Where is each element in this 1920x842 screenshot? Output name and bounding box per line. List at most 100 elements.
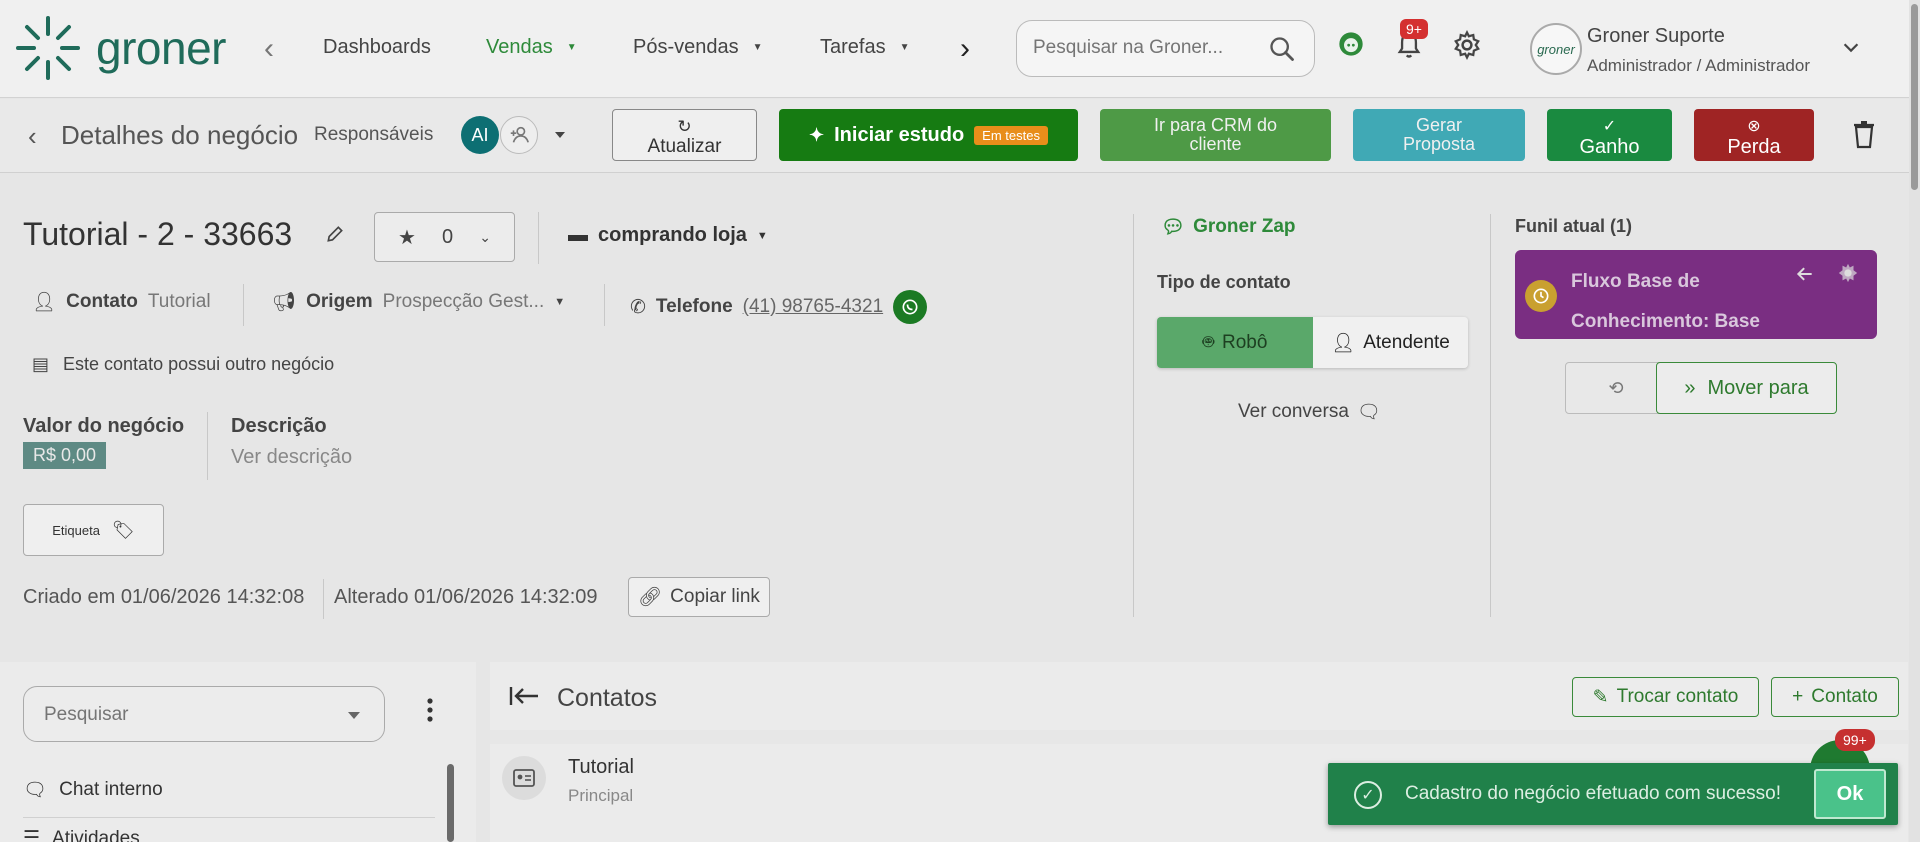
history-button[interactable]: ⟲ — [1565, 362, 1667, 414]
origin-value: Prospecção Gest... — [382, 291, 545, 312]
nav-scroll-left-icon[interactable]: ‹ — [264, 32, 274, 66]
responsible-avatar[interactable]: AI — [461, 116, 499, 154]
move-to-button[interactable]: » Mover para — [1656, 362, 1837, 414]
caret-down-icon: ▼ — [899, 42, 910, 53]
pencil-icon: ✎ — [1592, 686, 1609, 708]
funnel-card[interactable]: Fluxo Base de Conhecimento: Base — [1515, 250, 1877, 339]
back-chevron-icon[interactable]: ‹ — [28, 121, 37, 152]
panel-search-input[interactable] — [44, 704, 324, 726]
phone-link[interactable]: (41) 98765-4321 — [743, 296, 884, 318]
origin-field[interactable]: 📢︎ Origem Prospecção Gest... ▼ — [272, 290, 565, 314]
swap-contact-button[interactable]: ✎ Trocar contato — [1572, 677, 1759, 717]
check-circle-icon: ✓ — [1354, 781, 1382, 809]
nav-item-label: Tarefas — [820, 36, 886, 58]
chevron-down-icon: ⌄ — [479, 228, 491, 245]
nav-item-dashboards[interactable]: Dashboards — [323, 36, 431, 59]
refresh-label: Atualizar — [647, 136, 722, 157]
arrow-left-icon[interactable] — [1795, 264, 1815, 284]
contact-card-icon — [502, 756, 546, 800]
move-to-label: Mover para — [1707, 376, 1809, 399]
nav-item-vendas[interactable]: Vendas ▼ — [486, 36, 577, 59]
clock-icon — [1525, 280, 1557, 312]
view-conversation-link[interactable]: Ver conversa 🗨︎ — [1238, 400, 1381, 424]
store-icon: ▬ — [568, 224, 588, 246]
contacts-header: Contatos ✎ Trocar contato + Contato — [490, 662, 1908, 730]
won-button[interactable]: ✓ Ganho — [1547, 109, 1672, 161]
global-search — [1016, 20, 1315, 77]
funnel-name-line2: Conhecimento: Base — [1571, 311, 1760, 332]
nav-item-pos-vendas[interactable]: Pós-vendas ▼ — [633, 36, 763, 59]
panel-item-label: Chat interno — [59, 779, 163, 800]
chat-bubble-icon: 🗨︎ — [1356, 402, 1382, 423]
toast-ok-button[interactable]: Ok — [1814, 769, 1886, 819]
global-search-input[interactable] — [1033, 37, 1263, 59]
open-crm-button[interactable]: Ir para CRM do cliente — [1100, 109, 1331, 161]
tag-icon: 🏷︎ — [111, 519, 135, 540]
copy-link-button[interactable]: 🔗︎ Copiar link — [628, 577, 770, 617]
add-contact-label: Contato — [1811, 686, 1878, 707]
attendant-option[interactable]: 👤︎ Atendente — [1313, 317, 1468, 368]
origin-label: Origem — [306, 291, 373, 312]
open-crm-label: Ir para CRM do cliente — [1153, 115, 1278, 154]
add-contact-button[interactable]: + Contato — [1771, 677, 1899, 717]
page-scrollbar-thumb[interactable] — [1911, 4, 1918, 190]
sparkle-icon: ✦ — [809, 124, 825, 145]
divider — [1490, 214, 1491, 617]
more-vertical-icon[interactable] — [427, 698, 433, 722]
phone-field: ✆ Telefone (41) 98765-4321 — [630, 290, 928, 324]
start-study-button[interactable]: ✦ Iniciar estudo Em testes — [779, 109, 1078, 161]
caret-down-icon[interactable] — [346, 711, 362, 721]
add-responsible-button[interactable] — [500, 116, 538, 154]
chevron-down-icon[interactable] — [1840, 36, 1862, 58]
whatsapp-icon[interactable] — [893, 290, 928, 324]
phone-icon: ✆ — [630, 296, 646, 318]
won-label: Ganho — [1579, 136, 1640, 158]
double-chevron-right-icon: » — [1684, 376, 1696, 399]
panel-scrollbar[interactable] — [447, 764, 454, 842]
star-icon: ★ — [398, 226, 416, 249]
view-description-link[interactable]: Ver descrição — [231, 446, 352, 469]
support-agent-icon[interactable] — [1337, 30, 1365, 58]
toast-message: Cadastro do negócio efetuado com sucesso… — [1405, 783, 1782, 804]
deal-value[interactable]: R$ 0,00 — [23, 442, 107, 469]
panel-item-atividades[interactable]: ☰ Atividades — [23, 827, 140, 842]
gear-icon[interactable] — [1837, 262, 1859, 284]
user-avatar[interactable]: groner — [1530, 23, 1582, 75]
contact-value[interactable]: Tutorial — [148, 291, 211, 313]
tag-button[interactable]: Etiqueta 🏷︎ — [23, 504, 164, 556]
groner-logo[interactable]: groner — [14, 14, 226, 82]
floating-chat-badge: 99+ — [1835, 729, 1875, 751]
collapse-left-icon[interactable] — [508, 684, 540, 708]
contact-role: Principal — [568, 786, 634, 805]
left-side-panel: 🗨︎ Chat interno ☰ Atividades — [0, 662, 476, 842]
nav-item-tarefas[interactable]: Tarefas ▼ — [820, 36, 910, 59]
search-icon[interactable] — [1268, 35, 1296, 63]
other-deal-notice[interactable]: ▤ Este contato possui outro negócio — [32, 354, 334, 375]
caret-down-icon: ▼ — [752, 42, 763, 53]
generate-proposal-button[interactable]: Gerar Proposta — [1353, 109, 1525, 161]
history-icon: ⟲ — [1608, 377, 1624, 398]
view-conversation-label: Ver conversa — [1238, 401, 1349, 422]
nav-scroll-right-icon[interactable]: › — [960, 32, 970, 66]
trash-icon[interactable] — [1852, 119, 1876, 149]
caret-down-icon[interactable] — [553, 130, 567, 140]
robot-option[interactable]: 🤖︎ Robô — [1157, 317, 1313, 368]
star-count: 0 — [442, 225, 454, 248]
contact-field: 👤︎ Contato Tutorial — [32, 290, 211, 314]
rating-dropdown[interactable]: ★ 0 ⌄ — [374, 212, 515, 262]
store-dropdown[interactable]: ▬ comprando loja ▼ — [568, 224, 768, 247]
phone-label: Telefone — [655, 296, 733, 317]
description-field: Descrição Ver descrição — [231, 415, 352, 469]
gear-icon[interactable] — [1452, 30, 1482, 60]
card-list-icon: ▤ — [32, 354, 50, 374]
divider — [243, 284, 244, 326]
swap-contact-label: Trocar contato — [1616, 686, 1739, 707]
store-label: comprando loja — [598, 224, 747, 246]
divider — [207, 412, 208, 480]
lost-button[interactable]: ⊗ Perda — [1694, 109, 1814, 161]
refresh-button[interactable]: ↻ Atualizar — [612, 109, 757, 161]
nav-item-label: Pós-vendas — [633, 36, 739, 58]
pencil-icon[interactable] — [325, 224, 345, 244]
contact-type-label: Tipo de contato — [1157, 272, 1291, 292]
panel-item-chat-interno[interactable]: 🗨︎ Chat interno — [23, 778, 163, 802]
